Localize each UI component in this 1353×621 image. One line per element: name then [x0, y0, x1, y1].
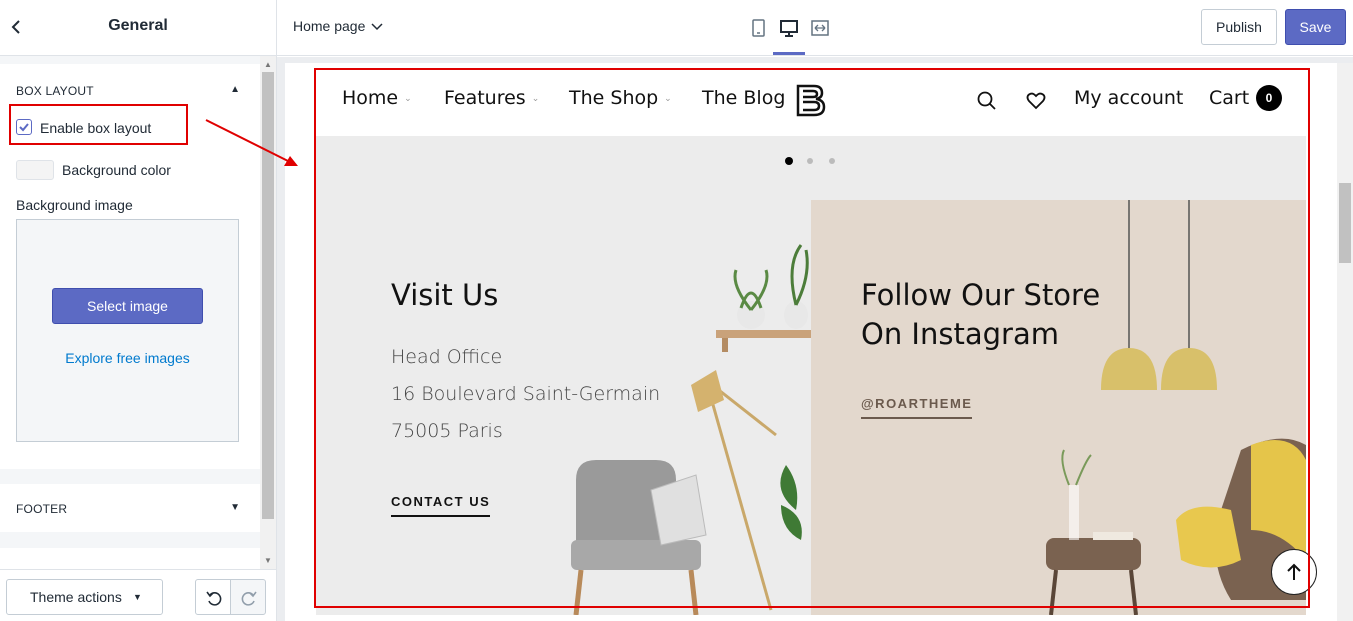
search-icon[interactable] [976, 90, 998, 112]
address-line-1: Head Office [391, 346, 503, 368]
nav-item-home[interactable]: Home ⌄ [342, 87, 412, 109]
chevron-down-icon[interactable]: ▼ [230, 502, 240, 513]
cart-link[interactable]: Cart [1209, 87, 1249, 109]
footer-heading[interactable]: FOOTER [16, 502, 67, 516]
scroll-down-icon[interactable]: ▼ [264, 556, 272, 565]
footer-section[interactable]: FOOTER ▼ [0, 484, 260, 532]
background-color-label: Background color [62, 162, 171, 178]
background-image-picker: Select image Explore free images [16, 219, 239, 442]
chevron-down-icon: ⌄ [404, 93, 412, 104]
instagram-banner[interactable]: Follow Our Store On Instagram @ROARTHEME [811, 200, 1306, 615]
heart-icon[interactable] [1025, 90, 1047, 112]
slider-dot-3[interactable] [829, 158, 835, 164]
instagram-heading: Follow Our Store On Instagram [861, 276, 1100, 354]
store-logo-icon[interactable] [794, 82, 828, 118]
back-to-top-button[interactable] [1271, 549, 1317, 595]
page-selector[interactable]: Home page [293, 18, 383, 34]
sidebar-footer-bar: Theme actions ▼ [0, 569, 276, 621]
save-button[interactable]: Save [1285, 9, 1346, 45]
annotation-highlight-box [9, 104, 188, 145]
select-image-button[interactable]: Select image [52, 288, 203, 324]
background-color-swatch[interactable] [16, 160, 54, 180]
redo-button[interactable] [230, 579, 266, 615]
nav-item-the-blog-label: The Blog [702, 87, 786, 109]
chevron-down-icon: ⌄ [531, 93, 540, 104]
chevron-down-icon [371, 18, 383, 34]
undo-icon [206, 591, 222, 606]
preview-scroll-thumb[interactable] [1339, 183, 1351, 263]
cart-count-badge: 0 [1256, 85, 1282, 111]
mobile-view-icon[interactable] [747, 17, 769, 39]
undo-button[interactable] [195, 579, 231, 615]
store-navigation: Home ⌄ Features ⌄ The Shop ⌄ The Blog My ac… [316, 70, 1306, 136]
slider-dot-1[interactable] [785, 157, 793, 165]
chevron-up-icon[interactable]: ▲ [230, 84, 240, 95]
my-account-link[interactable]: My account [1074, 87, 1183, 109]
editor-topbar: Home page Publish Save [277, 0, 1353, 56]
explore-free-images-link[interactable]: Explore free images [17, 350, 238, 366]
page-selector-label: Home page [293, 18, 366, 34]
nav-item-the-shop[interactable]: The Shop ⌄ [569, 87, 672, 109]
box-layout-heading[interactable]: BOX LAYOUT [16, 84, 94, 98]
fullscreen-view-icon[interactable] [809, 17, 831, 39]
boxed-page-content: Home ⌄ Features ⌄ The Shop ⌄ The Blog My ac… [316, 70, 1306, 615]
nav-item-the-blog[interactable]: The Blog [702, 87, 785, 109]
next-section [0, 548, 260, 569]
address-line-2: 16 Boulevard Saint-Germain [391, 383, 661, 405]
visit-us-heading: Visit Us [391, 278, 499, 312]
publish-button[interactable]: Publish [1201, 9, 1277, 45]
background-image-label: Background image [16, 197, 133, 213]
instagram-heading-line-1: Follow Our Store [861, 278, 1101, 312]
preview-scrollbar[interactable] [1337, 63, 1353, 621]
nav-item-the-shop-label: The Shop [569, 87, 659, 109]
scroll-up-icon[interactable]: ▲ [264, 60, 272, 69]
nav-item-features-label: Features [444, 87, 526, 109]
slider-dot-2[interactable] [807, 158, 813, 164]
contact-us-link[interactable]: CONTACT US [391, 494, 491, 517]
sidebar-title: General [108, 17, 168, 34]
theme-editor-sidebar: General BOX LAYOUT ▲ Enable box layout B… [0, 0, 277, 621]
instagram-handle-link[interactable]: @ROARTHEME [861, 396, 973, 419]
active-device-indicator [773, 52, 805, 55]
sidebar-header: General [0, 0, 276, 56]
sidebar-scroll-thumb[interactable] [262, 72, 274, 519]
chevron-down-icon: ⌄ [664, 93, 672, 104]
address-line-3: 75005 Paris [391, 420, 503, 442]
theme-actions-label: Theme actions [30, 589, 122, 605]
instagram-heading-line-2: On Instagram [861, 317, 1059, 351]
sidebar-scrollbar[interactable]: ▲ ▼ [260, 56, 276, 569]
caret-down-icon: ▼ [133, 592, 142, 602]
nav-item-features[interactable]: Features ⌄ [444, 87, 539, 109]
redo-icon [241, 591, 257, 606]
desktop-view-icon[interactable] [778, 17, 800, 39]
nav-item-home-label: Home [342, 87, 399, 109]
theme-actions-button[interactable]: Theme actions ▼ [6, 579, 163, 615]
arrow-up-icon [1287, 563, 1301, 580]
